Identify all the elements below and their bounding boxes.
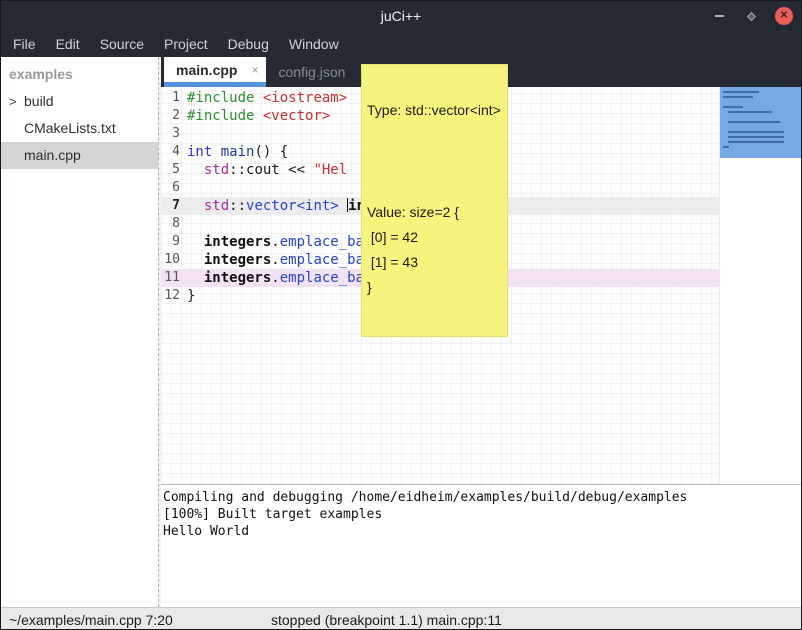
line-number: 5 bbox=[161, 161, 187, 179]
sidebar-item-label: main.cpp bbox=[24, 147, 81, 163]
sidebar-item-label: build bbox=[24, 93, 54, 109]
sidebar-item-main-cpp[interactable]: main.cpp bbox=[1, 142, 158, 169]
minimap-code-line bbox=[728, 121, 780, 123]
line-number: 10 bbox=[161, 251, 187, 269]
menubar: FileEditSourceProjectDebugWindow bbox=[1, 31, 801, 57]
minimap-code-line bbox=[728, 141, 784, 143]
close-button[interactable]: ✕ bbox=[775, 7, 793, 25]
tab-main-cpp[interactable]: main.cpp × bbox=[164, 57, 266, 87]
line-number: 7 bbox=[161, 197, 187, 215]
window-controls: ✕ bbox=[711, 1, 793, 31]
tooltip-value-line: [0] = 42 bbox=[367, 225, 502, 250]
maximize-icon bbox=[747, 12, 756, 21]
line-number: 3 bbox=[161, 125, 187, 143]
tab-config-json[interactable]: config.json bbox=[266, 57, 357, 87]
terminal-line: [100%] Built target examples bbox=[163, 506, 801, 523]
close-icon: ✕ bbox=[780, 11, 788, 21]
line-number: 11 bbox=[161, 269, 187, 287]
sidebar-item-build[interactable]: > build bbox=[1, 88, 158, 115]
project-name: examples bbox=[1, 57, 158, 88]
sidebar-item-label: CMakeLists.txt bbox=[24, 120, 116, 136]
tab-label: main.cpp bbox=[176, 62, 237, 78]
terminal-line: Hello World bbox=[163, 523, 801, 540]
minimap-code-line bbox=[723, 146, 729, 148]
minimap-code-line bbox=[728, 111, 772, 113]
minimap-code-line bbox=[723, 96, 753, 98]
line-number: 12 bbox=[161, 287, 187, 305]
status-debug-state: stopped (breakpoint 1.1) main.cpp:11 bbox=[271, 612, 502, 628]
tooltip-value-line: [1] = 43 bbox=[367, 250, 502, 275]
line-number: 9 bbox=[161, 233, 187, 251]
line-number: 4 bbox=[161, 143, 187, 161]
menu-item-window[interactable]: Window bbox=[279, 31, 349, 57]
file-tree-panel: examples > build CMakeLists.txt main.cpp bbox=[1, 57, 158, 607]
minimap-code-line bbox=[728, 131, 784, 133]
menu-item-debug[interactable]: Debug bbox=[218, 31, 279, 57]
menu-item-project[interactable]: Project bbox=[154, 31, 218, 57]
minimize-icon bbox=[715, 15, 724, 17]
terminal-line: Compiling and debugging /home/eidheim/ex… bbox=[163, 489, 801, 506]
tab-close-icon[interactable]: × bbox=[251, 63, 258, 77]
line-number: 2 bbox=[161, 107, 187, 125]
minimap-code-line bbox=[723, 91, 759, 93]
minimap-code-line bbox=[728, 136, 784, 138]
tooltip-value-line: Value: size=2 { bbox=[367, 200, 502, 225]
titlebar[interactable]: juCi++ ✕ bbox=[1, 1, 801, 31]
status-file-position: ~/examples/main.cpp 7:20 bbox=[1, 612, 173, 628]
jucipp-window: juCi++ ✕ FileEditSourceProjectDebugWindo… bbox=[0, 0, 802, 630]
status-bar: ~/examples/main.cpp 7:20 stopped (breakp… bbox=[1, 607, 801, 630]
line-number: 8 bbox=[161, 215, 187, 233]
menu-item-file[interactable]: File bbox=[3, 31, 46, 57]
minimap[interactable] bbox=[719, 87, 802, 484]
line-number: 6 bbox=[161, 179, 187, 197]
tooltip-value-lines: Value: size=2 { [0] = 42 [1] = 43} bbox=[367, 200, 502, 300]
tooltip-value-line: } bbox=[367, 275, 502, 300]
terminal-output[interactable]: Compiling and debugging /home/eidheim/ex… bbox=[161, 484, 802, 607]
menu-item-edit[interactable]: Edit bbox=[46, 31, 90, 57]
line-number: 1 bbox=[161, 89, 187, 107]
window-title: juCi++ bbox=[381, 8, 421, 24]
maximize-button[interactable] bbox=[743, 8, 759, 24]
tab-label: config.json bbox=[278, 64, 345, 80]
file-tree: > build CMakeLists.txt main.cpp bbox=[1, 88, 158, 169]
tooltip-gap bbox=[367, 153, 502, 168]
tooltip-type-line: Type: std::vector<int> bbox=[367, 99, 502, 121]
debug-value-tooltip: Type: std::vector<int> Value: size=2 { [… bbox=[361, 64, 508, 337]
sidebar-item-cmakelists-txt[interactable]: CMakeLists.txt bbox=[1, 115, 158, 142]
minimize-button[interactable] bbox=[711, 8, 727, 24]
menu-item-source[interactable]: Source bbox=[90, 31, 154, 57]
minimap-viewport[interactable] bbox=[720, 87, 802, 158]
minimap-code-line bbox=[723, 106, 743, 108]
expander-chevron-icon[interactable]: > bbox=[9, 88, 17, 115]
